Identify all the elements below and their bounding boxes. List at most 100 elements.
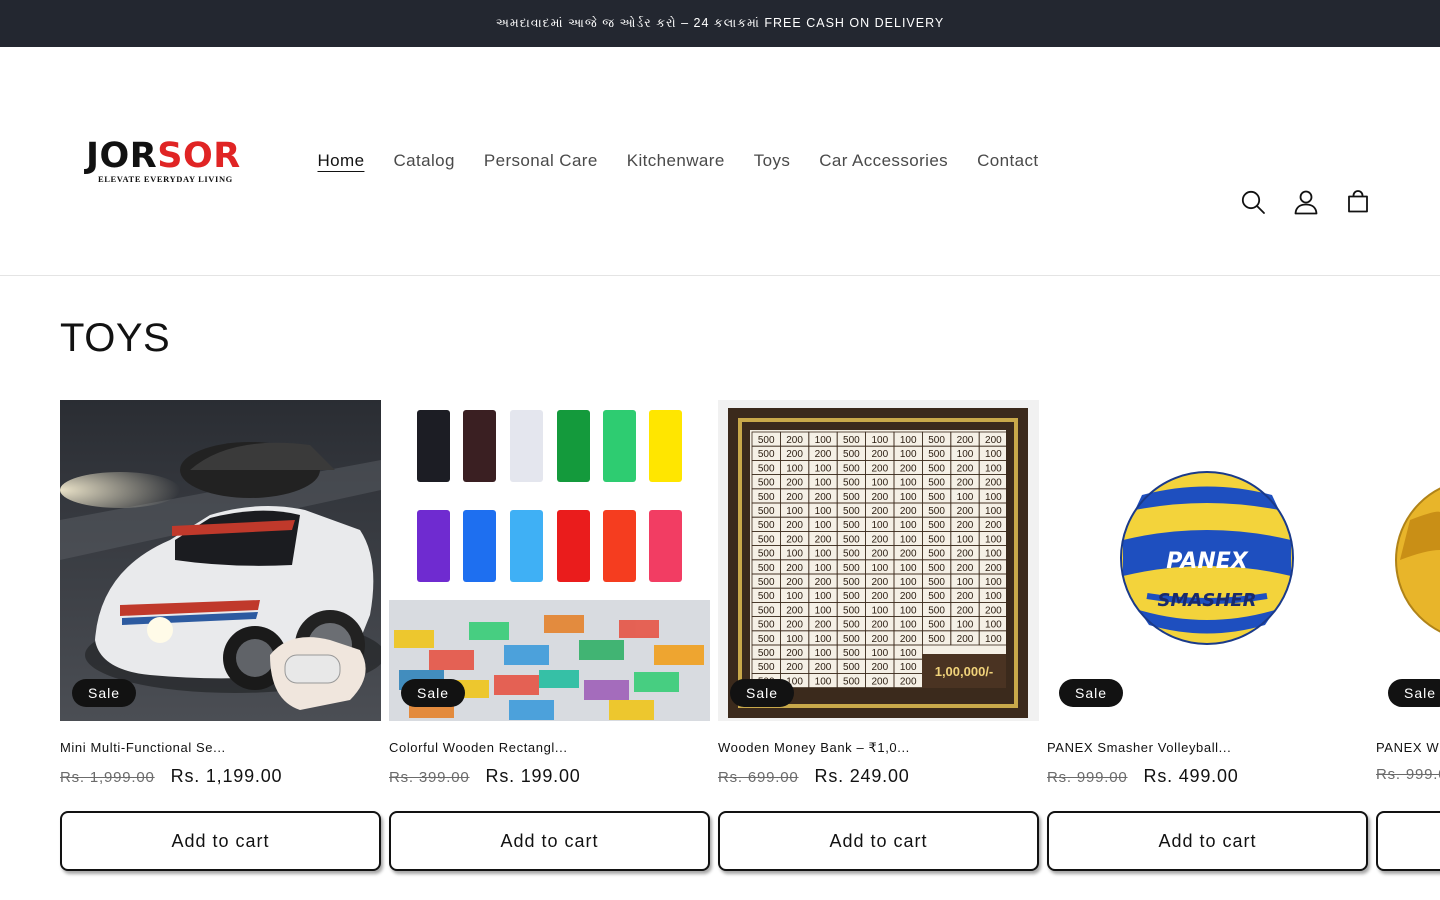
- svg-text:500: 500: [928, 605, 945, 616]
- account-icon[interactable]: [1293, 189, 1319, 215]
- svg-text:500: 500: [928, 549, 945, 560]
- product-image[interactable]: Sale: [60, 400, 381, 721]
- product-title[interactable]: PANEX Smasher Volleyball...: [1047, 740, 1231, 755]
- svg-text:500: 500: [843, 534, 860, 545]
- add-to-cart-button[interactable]: Add to cart: [718, 811, 1039, 871]
- svg-text:200: 200: [900, 634, 917, 645]
- product-title[interactable]: Colorful Wooden Rectangl...: [389, 740, 568, 755]
- svg-text:200: 200: [900, 676, 917, 687]
- svg-text:200: 200: [957, 549, 974, 560]
- svg-text:500: 500: [928, 634, 945, 645]
- svg-text:100: 100: [786, 463, 803, 474]
- money-bank-image: 500 200 100 500 100 100 500 200 200 500 200 200 500 2…: [718, 400, 1039, 721]
- product-title[interactable]: Mini Multi-Functional Se...: [60, 740, 226, 755]
- search-icon[interactable]: [1240, 189, 1266, 215]
- product-card: 500 200 100 500 100 100 500 200 200 500 200 200 500 2…: [718, 400, 1039, 871]
- svg-text:100: 100: [871, 520, 888, 531]
- svg-text:500: 500: [928, 492, 945, 503]
- svg-text:500: 500: [843, 492, 860, 503]
- svg-text:100: 100: [871, 648, 888, 659]
- product-image[interactable]: Sale: [1376, 400, 1440, 721]
- svg-text:500: 500: [758, 577, 775, 588]
- svg-text:500: 500: [843, 676, 860, 687]
- sale-badge: Sale: [401, 679, 466, 707]
- svg-text:200: 200: [871, 549, 888, 560]
- svg-text:200: 200: [985, 478, 1002, 489]
- svg-text:200: 200: [985, 563, 1002, 574]
- nav-toys[interactable]: Toys: [739, 147, 805, 175]
- svg-text:500: 500: [758, 591, 775, 602]
- product-price: Rs. 999.0: [1376, 766, 1440, 784]
- svg-text:500: 500: [928, 506, 945, 517]
- add-to-cart-button[interactable]: [1376, 811, 1440, 871]
- svg-text:200: 200: [786, 478, 803, 489]
- sale-price: Rs. 199.00: [485, 766, 581, 786]
- svg-text:200: 200: [871, 676, 888, 687]
- svg-text:100: 100: [815, 549, 832, 560]
- svg-text:500: 500: [928, 478, 945, 489]
- svg-text:100: 100: [815, 563, 832, 574]
- svg-text:200: 200: [786, 534, 803, 545]
- compare-price: Rs. 999.0: [1376, 766, 1440, 783]
- svg-text:200: 200: [786, 520, 803, 531]
- svg-text:100: 100: [871, 605, 888, 616]
- svg-text:500: 500: [843, 634, 860, 645]
- brand-logo[interactable]: JORSOR ELEVATE EVERYDAY LIVING: [86, 136, 246, 185]
- svg-text:500: 500: [843, 577, 860, 588]
- svg-text:200: 200: [871, 634, 888, 645]
- add-to-cart-button[interactable]: Add to cart: [1047, 811, 1368, 871]
- svg-text:500: 500: [928, 577, 945, 588]
- svg-text:100: 100: [985, 492, 1002, 503]
- logo-tagline: ELEVATE EVERYDAY LIVING: [98, 174, 233, 184]
- product-title[interactable]: Wooden Money Bank – ₹1,0...: [718, 740, 910, 756]
- svg-text:200: 200: [786, 563, 803, 574]
- product-image[interactable]: Sale: [389, 400, 710, 721]
- product-price: Rs. 699.00 Rs. 249.00: [718, 766, 910, 787]
- svg-text:200: 200: [985, 520, 1002, 531]
- product-card: Sale Mini Multi-Functional Se... Rs. 1,9…: [60, 400, 381, 871]
- cart-icon[interactable]: [1345, 189, 1371, 215]
- product-image[interactable]: 500 200 100 500 100 100 500 200 200 500 200 200 500 2…: [718, 400, 1039, 721]
- svg-text:500: 500: [928, 435, 945, 446]
- nav-personal-care[interactable]: Personal Care: [469, 147, 612, 175]
- svg-text:500: 500: [758, 492, 775, 503]
- svg-text:100: 100: [957, 492, 974, 503]
- compare-price: Rs. 1,999.00: [60, 769, 155, 786]
- svg-text:500: 500: [843, 605, 860, 616]
- svg-text:200: 200: [900, 463, 917, 474]
- product-card: Sale PANEX Win Rs. 999.0: [1376, 400, 1440, 880]
- nav-contact[interactable]: Contact: [963, 147, 1053, 175]
- svg-text:200: 200: [957, 506, 974, 517]
- nav-catalog[interactable]: Catalog: [379, 147, 469, 175]
- main-nav: Home Catalog Personal Care Kitchenware T…: [303, 147, 1053, 175]
- nav-home[interactable]: Home: [303, 147, 379, 175]
- svg-text:100: 100: [871, 478, 888, 489]
- svg-text:100: 100: [985, 591, 1002, 602]
- svg-text:500: 500: [758, 478, 775, 489]
- add-to-cart-button[interactable]: Add to cart: [389, 811, 710, 871]
- svg-text:100: 100: [985, 449, 1002, 460]
- svg-text:100: 100: [815, 520, 832, 531]
- svg-text:500: 500: [843, 662, 860, 673]
- wooden-blocks-image: [389, 400, 710, 721]
- svg-text:100: 100: [957, 620, 974, 631]
- product-title[interactable]: PANEX Win: [1376, 740, 1440, 755]
- svg-text:100: 100: [815, 634, 832, 645]
- svg-text:200: 200: [957, 591, 974, 602]
- svg-text:200: 200: [786, 577, 803, 588]
- add-to-cart-button[interactable]: Add to cart: [60, 811, 381, 871]
- product-image[interactable]: PANEX SMASHER Sale: [1047, 400, 1368, 721]
- svg-text:200: 200: [985, 605, 1002, 616]
- svg-text:200: 200: [871, 591, 888, 602]
- svg-text:200: 200: [871, 463, 888, 474]
- svg-text:100: 100: [815, 676, 832, 687]
- svg-text:100: 100: [815, 478, 832, 489]
- volleyball-image: PANEX SMASHER: [1047, 400, 1368, 721]
- nav-car-accessories[interactable]: Car Accessories: [805, 147, 963, 175]
- svg-text:100: 100: [900, 620, 917, 631]
- nav-kitchenware[interactable]: Kitchenware: [612, 147, 739, 175]
- svg-text:500: 500: [843, 463, 860, 474]
- svg-text:100: 100: [957, 577, 974, 588]
- logo-wordmark: JORSOR: [86, 136, 241, 176]
- svg-text:200: 200: [957, 634, 974, 645]
